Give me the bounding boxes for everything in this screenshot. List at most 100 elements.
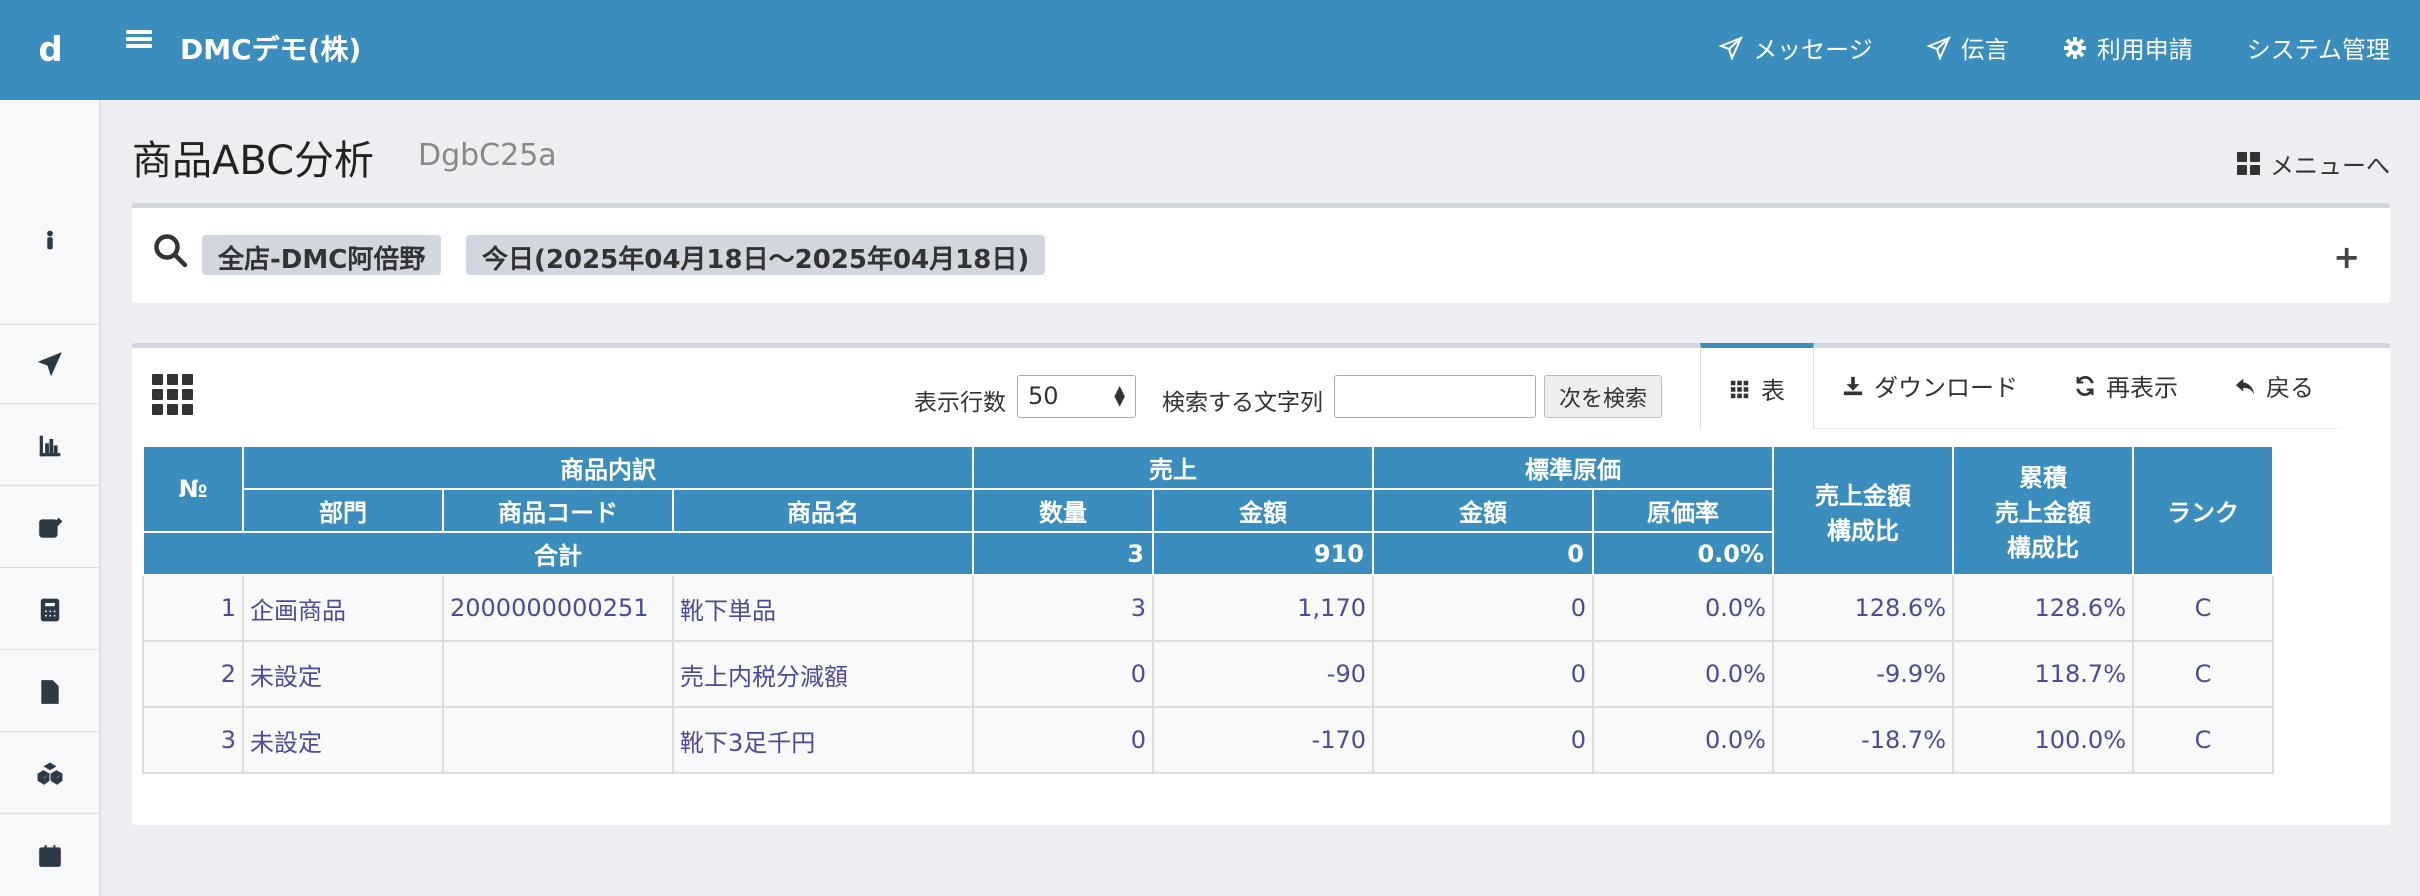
nav-usage-request[interactable]: 利用申請	[2063, 30, 2193, 65]
paper-plane-icon	[37, 352, 62, 377]
sales-ratio-line1: 売上金額	[1815, 481, 1911, 510]
document-icon	[40, 679, 59, 704]
cell-cost: 0	[1372, 640, 1594, 708]
rows-per-page-select[interactable]: 50 ▲ ▼	[1017, 375, 1136, 418]
nav-usage-request-label: 利用申請	[2096, 36, 2193, 64]
cell-rank: C	[2132, 706, 2274, 774]
brand-logo[interactable]: d	[0, 0, 101, 100]
find-next-button[interactable]: 次を検索	[1544, 375, 1662, 418]
gear-icon	[2063, 36, 2086, 59]
cum-ratio-line1: 累積	[2019, 464, 2067, 492]
nav-messages[interactable]: メッセージ	[1719, 30, 1873, 65]
col-header-item-name[interactable]: 商品名	[672, 488, 974, 533]
cell-item-code: 2000000000251	[442, 574, 674, 642]
cell-rank: C	[2132, 574, 2274, 642]
grid-icon	[1730, 380, 1749, 398]
sidebar-send[interactable]	[0, 324, 99, 404]
filter-tag-period: 今日(2025年04月18日〜2025年04月18日)	[466, 235, 1046, 275]
cum-ratio-line2: 売上金額	[1995, 499, 2091, 527]
col-group-standard-cost: 標準原価	[1372, 445, 1774, 490]
filter-tag-store: 全店-DMC阿倍野	[202, 235, 442, 275]
col-group-sales: 売上	[972, 445, 1374, 490]
sidebar	[0, 100, 101, 896]
cell-item-name: 靴下3足千円	[672, 706, 974, 774]
menu-link-label: メニューへ	[2270, 152, 2390, 180]
cubes-icon	[36, 762, 63, 785]
col-header-sales-amount[interactable]: 金額	[1152, 488, 1374, 533]
cell-cost-rate: 0.0%	[1592, 574, 1774, 642]
cell-item-code	[442, 706, 674, 774]
nav-system-admin[interactable]: システム管理	[2247, 30, 2390, 65]
search-icon[interactable]	[152, 232, 188, 268]
tab-refresh-label: 再表示	[2106, 374, 2178, 402]
col-header-quantity[interactable]: 数量	[972, 488, 1154, 533]
cell-item-code	[442, 640, 674, 708]
tab-table-label: 表	[1761, 377, 1785, 405]
top-nav-links: メッセージ 伝言 利用申請 システム管理	[1719, 30, 2390, 65]
table-row: 3 未設定 靴下3足千円 0 -170 0 0.0% -18.7% 100.0%…	[142, 706, 2274, 774]
col-header-cost-amount[interactable]: 金額	[1372, 488, 1594, 533]
tab-refresh[interactable]: 再表示	[2046, 343, 2206, 429]
sidebar-edit[interactable]	[0, 488, 99, 568]
paper-plane-icon	[1719, 35, 1744, 60]
tab-table[interactable]: 表	[1700, 343, 1814, 429]
refresh-icon	[2076, 375, 2094, 396]
cell-amount: -170	[1152, 706, 1374, 774]
calendar-icon	[38, 845, 61, 867]
sidebar-inventory[interactable]	[0, 734, 99, 814]
tab-download[interactable]: ダウンロード	[1814, 343, 2046, 429]
nav-messages-label: メッセージ	[1753, 36, 1873, 64]
tab-back-label: 戻る	[2266, 374, 2314, 402]
sidebar-document[interactable]	[0, 652, 99, 732]
col-header-sales-ratio[interactable]: 売上金額 構成比	[1772, 445, 1954, 576]
cell-cost: 0	[1372, 574, 1594, 642]
cell-rank: C	[2132, 640, 2274, 708]
cell-department: 企画商品	[242, 574, 444, 642]
cell-amount: 1,170	[1152, 574, 1374, 642]
top-navbar: d DMCデモ(株) メッセージ 伝言 利用申請 システム管理	[0, 0, 2420, 100]
hamburger-menu-icon[interactable]	[126, 28, 152, 50]
cell-cumulative-ratio: 128.6%	[1952, 574, 2134, 642]
cell-cost-rate: 0.0%	[1592, 706, 1774, 774]
col-group-item-breakdown: 商品内訳	[242, 445, 974, 490]
total-amount: 910	[1152, 531, 1374, 576]
sales-ratio-line2: 構成比	[1827, 516, 1899, 545]
cell-item-name: 売上内税分減額	[672, 640, 974, 708]
col-header-cost-rate[interactable]: 原価率	[1592, 488, 1774, 533]
table-row: 2 未設定 売上内税分減額 0 -90 0 0.0% -9.9% 118.7% …	[142, 640, 2274, 708]
expand-plus-icon[interactable]: +	[2333, 238, 2360, 276]
total-label: 合計	[142, 531, 974, 576]
cell-item-name: 靴下単品	[672, 574, 974, 642]
rows-per-page-value: 50	[1028, 382, 1059, 410]
reply-icon	[2235, 378, 2255, 394]
col-header-cumulative-ratio[interactable]: 累積 売上金額 構成比	[1952, 445, 2134, 576]
col-header-rank[interactable]: ランク	[2132, 445, 2274, 576]
edit-icon	[38, 517, 62, 538]
back-to-menu-link[interactable]: メニューへ	[2237, 146, 2390, 181]
col-header-department[interactable]: 部門	[242, 488, 444, 533]
sidebar-info[interactable]	[0, 200, 99, 280]
sidebar-charts[interactable]	[0, 406, 99, 486]
bar-chart-icon	[39, 435, 60, 456]
page-subtitle: DgbC25a	[418, 138, 557, 173]
apps-grid-icon[interactable]	[152, 374, 193, 415]
cell-quantity: 3	[972, 574, 1154, 642]
cell-sales-ratio: -18.7%	[1772, 706, 1954, 774]
calculator-icon	[40, 598, 59, 621]
cell-quantity: 0	[972, 706, 1154, 774]
col-header-item-code[interactable]: 商品コード	[442, 488, 674, 533]
cell-amount: -90	[1152, 640, 1374, 708]
dashboard-icon	[2237, 152, 2260, 175]
search-string-input[interactable]	[1334, 375, 1536, 418]
nav-memo-label: 伝言	[1960, 36, 2009, 64]
cell-cumulative-ratio: 118.7%	[1952, 640, 2134, 708]
tab-back[interactable]: 戻る	[2206, 343, 2342, 429]
col-header-no[interactable]: №	[142, 445, 244, 533]
sidebar-calculator[interactable]	[0, 570, 99, 650]
cell-cumulative-ratio: 100.0%	[1952, 706, 2134, 774]
cell-no: 3	[142, 706, 244, 774]
cell-cost-rate: 0.0%	[1592, 640, 1774, 708]
nav-memo[interactable]: 伝言	[1926, 30, 2009, 65]
cell-department: 未設定	[242, 640, 444, 708]
sidebar-calendar[interactable]	[0, 816, 99, 896]
